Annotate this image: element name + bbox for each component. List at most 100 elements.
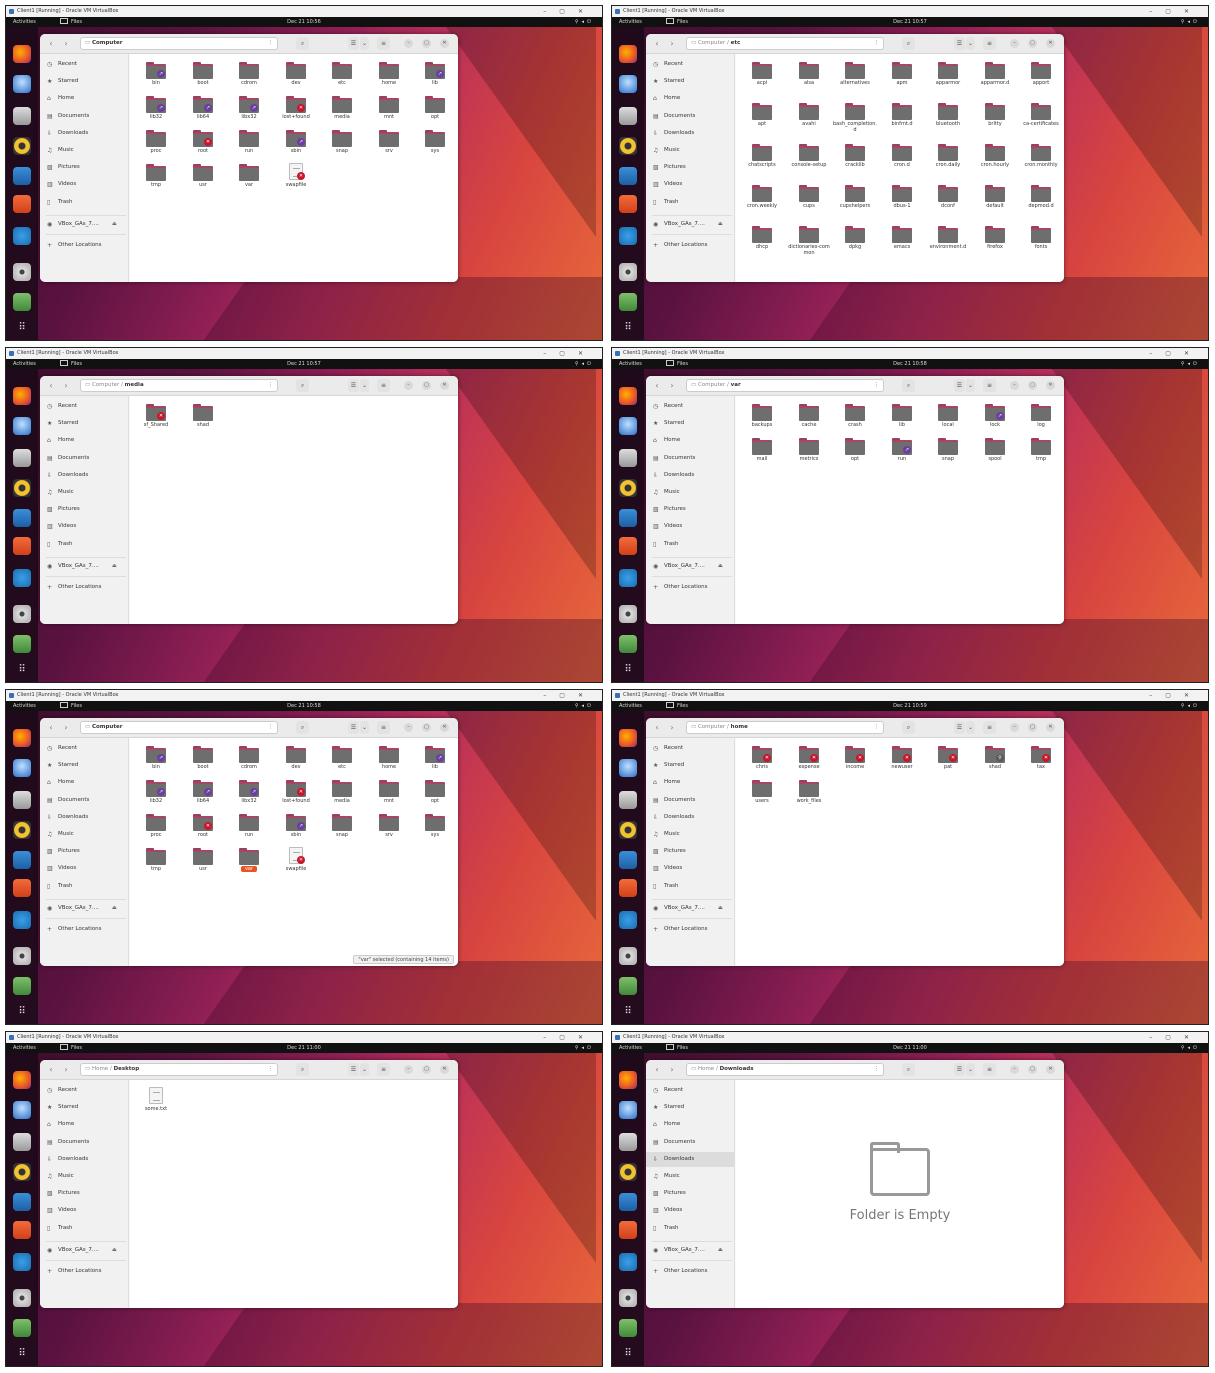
sidebar-item-trash[interactable]: ▯ Trash (646, 1221, 735, 1236)
folder-item[interactable]: bluetooth (926, 101, 970, 135)
rhythmbox-icon[interactable] (619, 1163, 637, 1181)
sidebar-item-videos[interactable]: ▥ Videos (40, 861, 129, 876)
sidebar-item-other-locations[interactable]: + Other Locations (40, 1264, 129, 1279)
app-grid-icon[interactable]: ⠿ (13, 319, 31, 337)
app-grid-icon[interactable]: ⠿ (13, 1345, 31, 1363)
folder-item[interactable]: boot (181, 60, 225, 94)
minimize-icon[interactable]: – (404, 39, 413, 48)
folder-item[interactable]: log (1019, 402, 1063, 436)
sidebar-item-starred[interactable]: ★ Starred (646, 416, 735, 431)
trash-dock-icon[interactable] (619, 293, 637, 311)
search-icon[interactable]: ⌕ (296, 721, 309, 734)
folder-item[interactable]: bash_completion.d (833, 101, 877, 135)
sidebar-item-starred[interactable]: ★ Starred (646, 758, 735, 773)
eject-icon[interactable]: ⏏ (112, 217, 117, 232)
close-icon[interactable]: ✕ (1046, 1065, 1055, 1074)
view-list-icon[interactable]: ☰ (348, 721, 359, 734)
close-icon[interactable]: ✕ (440, 1065, 449, 1074)
app-grid-icon[interactable]: ⠿ (619, 661, 637, 679)
folder-item[interactable]: ✕ lost+found (274, 94, 318, 128)
folder-item[interactable]: mail (740, 436, 784, 470)
maximize-icon[interactable]: ▢ (422, 381, 431, 390)
folder-item[interactable]: ✕ pat (926, 744, 970, 778)
folder-item[interactable]: cron.monthly (1019, 142, 1063, 176)
minimize-icon[interactable]: – (1010, 1065, 1019, 1074)
sidebar-item-downloads[interactable]: ⇩ Downloads (40, 468, 129, 483)
system-tray[interactable]: ⚲◂⏻ (575, 17, 594, 27)
back-button[interactable]: ‹ (652, 1064, 662, 1075)
eject-icon[interactable]: ⏏ (718, 1243, 723, 1258)
software-icon[interactable] (619, 537, 637, 555)
folder-item[interactable]: ✕ sf_Shared (134, 402, 178, 436)
view-list-icon[interactable]: ☰ (954, 37, 965, 50)
files-icon[interactable] (619, 1133, 637, 1151)
sidebar-item-other-locations[interactable]: + Other Locations (646, 1264, 735, 1279)
sidebar-item-recent[interactable]: ◷ Recent (646, 1083, 735, 1098)
path-segment[interactable]: Computer (698, 382, 725, 388)
clock[interactable]: Dec 21 11:00 (6, 1043, 602, 1053)
search-icon[interactable]: ⌕ (296, 1063, 309, 1076)
window-controls[interactable]: –▢✕ (1149, 348, 1202, 359)
folder-item[interactable]: cdrom (227, 744, 271, 778)
firefox-icon[interactable] (13, 729, 31, 747)
folder-item[interactable]: ↗ libx32 (227, 94, 271, 128)
libreoffice-icon[interactable] (13, 1193, 31, 1211)
sidebar-item-trash[interactable]: ▯ Trash (646, 879, 735, 894)
folder-item[interactable]: fonts (1019, 224, 1063, 258)
sidebar-item-vbox-drive[interactable]: ◉ VBox_GAs_7.... ⏏ (40, 559, 129, 574)
sidebar-item-recent[interactable]: ◷ Recent (40, 1083, 129, 1098)
folder-item[interactable]: ⚲ shad (973, 744, 1017, 778)
folder-item[interactable]: emacs (880, 224, 924, 258)
sidebar-item-home[interactable]: ⌂ Home (646, 433, 735, 448)
folder-item[interactable]: depmod.d (1019, 183, 1063, 217)
system-tray[interactable]: ⚲◂⏻ (1181, 1043, 1200, 1053)
app-grid-icon[interactable]: ⠿ (13, 1003, 31, 1021)
folder-item[interactable]: tmp (134, 162, 178, 196)
thunderbird-icon[interactable] (619, 75, 637, 93)
folder-item[interactable]: apparmor.d (973, 60, 1017, 94)
folder-item[interactable]: cups (787, 183, 831, 217)
software-icon[interactable] (13, 1221, 31, 1239)
firefox-icon[interactable] (13, 45, 31, 63)
maximize-icon[interactable]: ▢ (422, 1065, 431, 1074)
path-segment[interactable]: Downloads (720, 1066, 754, 1072)
folder-item[interactable]: spool (973, 436, 1017, 470)
sidebar-item-videos[interactable]: ▥ Videos (40, 1203, 129, 1218)
forward-button[interactable]: › (61, 1064, 71, 1075)
folder-item[interactable]: home (367, 60, 411, 94)
sidebar-item-documents[interactable]: ▤ Documents (40, 1135, 129, 1150)
folder-item[interactable]: crash (833, 402, 877, 436)
path-segment[interactable]: Computer (92, 382, 119, 388)
folder-item[interactable]: tmp (134, 846, 178, 880)
thunderbird-icon[interactable] (13, 75, 31, 93)
view-list-icon[interactable]: ☰ (954, 721, 965, 734)
sidebar-item-trash[interactable]: ▯ Trash (646, 195, 735, 210)
disc-icon[interactable] (13, 1289, 31, 1307)
sidebar-item-downloads[interactable]: ⇩ Downloads (40, 1152, 129, 1167)
maximize-icon[interactable]: ▢ (1028, 723, 1037, 732)
minimize-icon[interactable]: – (404, 723, 413, 732)
sidebar-item-videos[interactable]: ▥ Videos (40, 177, 129, 192)
firefox-icon[interactable] (619, 45, 637, 63)
close-icon[interactable]: ✕ (1046, 381, 1055, 390)
view-list-icon[interactable]: ☰ (954, 1063, 965, 1076)
chevron-down-icon[interactable]: ⌄ (966, 1063, 975, 1076)
app-grid-icon[interactable]: ⠿ (619, 319, 637, 337)
menu-icon[interactable]: ≡ (983, 721, 996, 734)
firefox-icon[interactable] (13, 1071, 31, 1089)
path-bar[interactable]: ▭ Computer / home ⋮ (686, 721, 884, 734)
folder-item[interactable]: sys (413, 812, 457, 846)
minimize-icon[interactable]: – (1010, 39, 1019, 48)
app-grid-icon[interactable]: ⠿ (13, 661, 31, 679)
sidebar-item-other-locations[interactable]: + Other Locations (646, 238, 735, 253)
close-icon[interactable]: ✕ (440, 381, 449, 390)
path-segment[interactable]: home (731, 724, 748, 730)
chevron-down-icon[interactable]: ⌄ (360, 37, 369, 50)
folder-item[interactable]: usr (181, 162, 225, 196)
menu-icon[interactable]: ≡ (377, 379, 390, 392)
folder-item[interactable]: shad (181, 402, 225, 436)
sidebar-item-vbox-drive[interactable]: ◉ VBox_GAs_7.... ⏏ (40, 901, 129, 916)
chevron-down-icon[interactable]: ⌄ (966, 379, 975, 392)
path-menu-icon[interactable]: ⋮ (268, 1064, 274, 1075)
sidebar-item-vbox-drive[interactable]: ◉ VBox_GAs_7.... ⏏ (40, 217, 129, 232)
